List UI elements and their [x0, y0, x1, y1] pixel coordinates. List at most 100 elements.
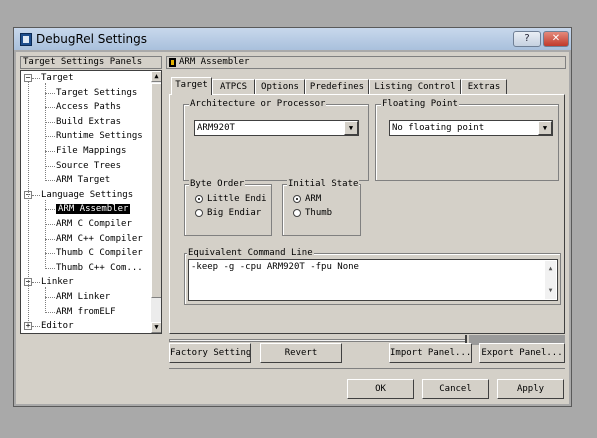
revert-button[interactable]: Revert	[260, 343, 342, 363]
tree-item[interactable]: ARM Assembler	[56, 203, 131, 216]
tab-predefines[interactable]: Predefines	[305, 79, 369, 94]
tree-item-label: Access Paths	[56, 102, 122, 113]
scroll-down-icon[interactable]: ▼	[545, 285, 556, 296]
tree-item-label: Thumb C++ Com...	[56, 262, 143, 273]
tree-item[interactable]: ARM Linker	[56, 291, 110, 304]
tab-target[interactable]: Target	[171, 77, 212, 95]
tree-item-label: Source Trees	[56, 160, 122, 171]
tree-item[interactable]: ARM fromELF	[56, 306, 116, 319]
tab-options[interactable]: Options	[255, 79, 305, 94]
scroll-thumb[interactable]	[151, 83, 161, 298]
radio-label: Thumb	[305, 208, 333, 218]
tree-connector	[45, 121, 55, 123]
tree-scrollbar[interactable]: ▲ ▼	[151, 71, 161, 333]
chevron-down-icon[interactable]: ▼	[538, 121, 552, 135]
tree-item[interactable]: ARM C Compiler	[56, 218, 132, 231]
tree-item-label: Runtime Settings	[56, 131, 143, 142]
scroll-track[interactable]	[169, 339, 465, 342]
tree-connector	[45, 311, 55, 313]
tree-item[interactable]: Access Paths	[56, 101, 121, 114]
command-line-field[interactable]: -keep -g -cpu ARM920T -fpu None ▲ ▼	[188, 259, 558, 301]
radio-little-endian[interactable]: Little Endi	[195, 193, 267, 205]
factory-settings-button[interactable]: Factory Settings	[169, 343, 251, 363]
tree-item-label: ARM Linker	[56, 292, 111, 302]
tree-item-label: Build Extras	[56, 116, 122, 127]
command-line-label: Equivalent Command Line	[187, 248, 314, 259]
arch-group-label: Architecture or Processor	[189, 99, 327, 110]
tree-item-label: Thumb C Compiler	[56, 248, 143, 259]
panel-header: ARM Assembler	[166, 56, 566, 69]
tree-item-label: ARM Assembler	[56, 204, 131, 215]
float-select-value: No floating point	[392, 123, 485, 133]
tree-item-label: Language Settings	[41, 189, 134, 200]
tree-item-label: Editor	[41, 321, 74, 332]
tree-guide	[45, 199, 46, 269]
close-button[interactable]: ✕	[543, 31, 569, 47]
cancel-button[interactable]: Cancel	[422, 379, 489, 399]
tree-connector	[45, 224, 55, 225]
tree-item[interactable]: Target Settings	[56, 87, 137, 100]
tree-item[interactable]: ARM C++ Compiler	[56, 233, 143, 246]
float-select[interactable]: No floating point ▼	[389, 120, 553, 136]
tree-item[interactable]: Language Settings	[41, 189, 133, 202]
radio-icon[interactable]	[195, 208, 203, 217]
tree-item-label: ARM C++ Compiler	[56, 233, 143, 244]
tree-item[interactable]: File Mappings	[56, 145, 126, 158]
radio-thumb[interactable]: Thumb	[293, 207, 332, 219]
tab-listing-control[interactable]: Listing Control	[369, 79, 461, 94]
tree-item-label: Target Settings	[56, 87, 138, 98]
arch-select[interactable]: ARM920T ▼	[194, 120, 359, 136]
tree-connector	[45, 267, 55, 269]
tree-item[interactable]: Source Trees	[56, 160, 121, 173]
tree-item[interactable]: ARM Target	[56, 174, 110, 187]
initial-state-label: Initial State	[287, 179, 360, 190]
tree-connector	[32, 194, 40, 196]
tree-item[interactable]: Thumb C Compiler	[56, 247, 143, 260]
panel-title: ARM Assembler	[179, 57, 250, 67]
tree-guide	[45, 83, 46, 182]
scroll-up-icon[interactable]: ▲	[545, 263, 556, 274]
tree-connector	[45, 92, 55, 94]
tree-guide	[28, 81, 29, 326]
tree-connector	[32, 282, 40, 284]
radio-selected-icon[interactable]	[195, 194, 203, 203]
radio-arm[interactable]: ARM	[293, 193, 321, 205]
tree-connector	[45, 253, 55, 255]
tree-connector	[45, 165, 55, 167]
radio-selected-icon[interactable]	[293, 194, 301, 203]
tree-item[interactable]: Editor	[41, 320, 74, 333]
chevron-down-icon[interactable]: ▼	[344, 121, 358, 135]
panel-icon	[169, 58, 176, 67]
button-separator	[169, 368, 565, 369]
float-group: Floating Point	[375, 99, 559, 181]
tree-item-label: ARM Target	[56, 175, 111, 186]
tree-item[interactable]: Runtime Settings	[56, 130, 143, 143]
help-button[interactable]: ?	[513, 31, 541, 47]
float-group-label: Floating Point	[381, 99, 459, 110]
tree-connector	[32, 326, 40, 328]
export-panel-button[interactable]: Export Panel...	[479, 343, 565, 363]
settings-tree[interactable]: ▲ ▼ − Target Target Settings Access Paths Bu…	[20, 70, 162, 334]
radio-label: Big Endiar	[207, 208, 262, 218]
tree-connector	[32, 78, 40, 79]
settings-window: DebugRel Settings ? ✕ Target Settings Pa…	[13, 27, 572, 407]
ok-button[interactable]: OK	[347, 379, 414, 399]
import-panel-button[interactable]: Import Panel...	[389, 343, 472, 363]
apply-button[interactable]: Apply	[497, 379, 564, 399]
tab-extras[interactable]: Extras	[461, 79, 507, 94]
title-bar[interactable]: DebugRel Settings ? ✕	[14, 28, 571, 50]
radio-big-endian[interactable]: Big Endiar	[195, 207, 261, 219]
scroll-down-icon[interactable]: ▼	[151, 322, 161, 333]
byte-order-label: Byte Order	[189, 179, 246, 190]
radio-icon[interactable]	[293, 208, 301, 217]
tab-atpcs[interactable]: ATPCS	[212, 79, 255, 94]
tree-connector	[45, 209, 55, 211]
arch-group: Architecture or Processor	[183, 99, 369, 181]
app-icon	[20, 33, 32, 46]
tree-item[interactable]: Thumb C++ Com...	[56, 262, 143, 275]
tree-item[interactable]: Build Extras	[56, 116, 121, 129]
command-line-scrollbar[interactable]: ▲ ▼	[545, 261, 556, 299]
tree-connector	[45, 180, 55, 182]
scroll-up-icon[interactable]: ▲	[151, 71, 161, 82]
tree-connector	[45, 238, 55, 240]
